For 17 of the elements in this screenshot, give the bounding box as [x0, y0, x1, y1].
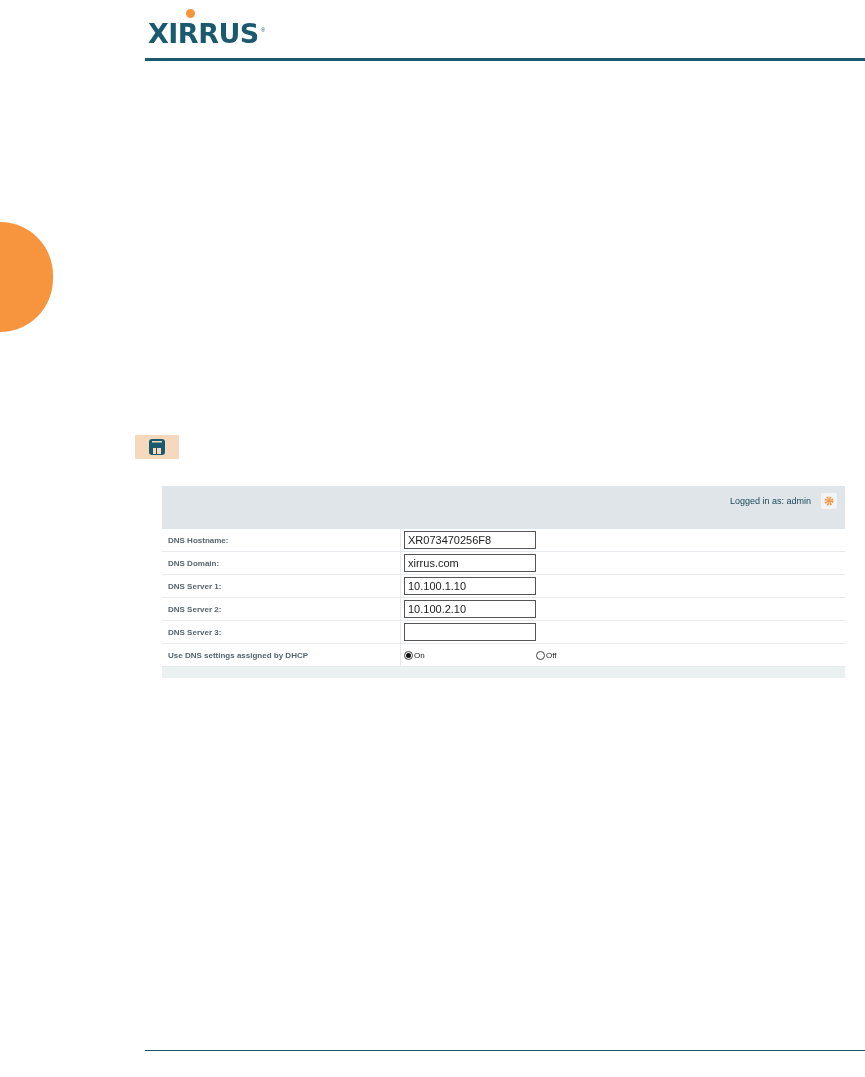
field-label: DNS Server 2: [162, 598, 401, 620]
login-status: Logged in as: admin [729, 496, 811, 506]
radio-option[interactable]: On [404, 650, 536, 660]
save-icon [148, 438, 166, 456]
text-field[interactable]: XR073470256F8 [404, 531, 536, 549]
field-label: Use DNS settings assigned by DHCP [162, 644, 401, 666]
radio-option[interactable]: Off [536, 650, 668, 660]
settings-icon [824, 496, 834, 506]
field-label: DNS Server 1: [162, 575, 401, 597]
text-field[interactable]: 10.100.1.10 [404, 577, 536, 595]
field-label: DNS Hostname: [162, 529, 401, 551]
text-field[interactable]: xirrus.com [404, 554, 536, 572]
save-button[interactable] [135, 435, 179, 459]
field-label: DNS Domain: [162, 552, 401, 574]
text-field[interactable]: 10.100.2.10 [404, 600, 536, 618]
field-label: DNS Server 3: [162, 621, 401, 643]
text-field[interactable] [404, 623, 536, 641]
